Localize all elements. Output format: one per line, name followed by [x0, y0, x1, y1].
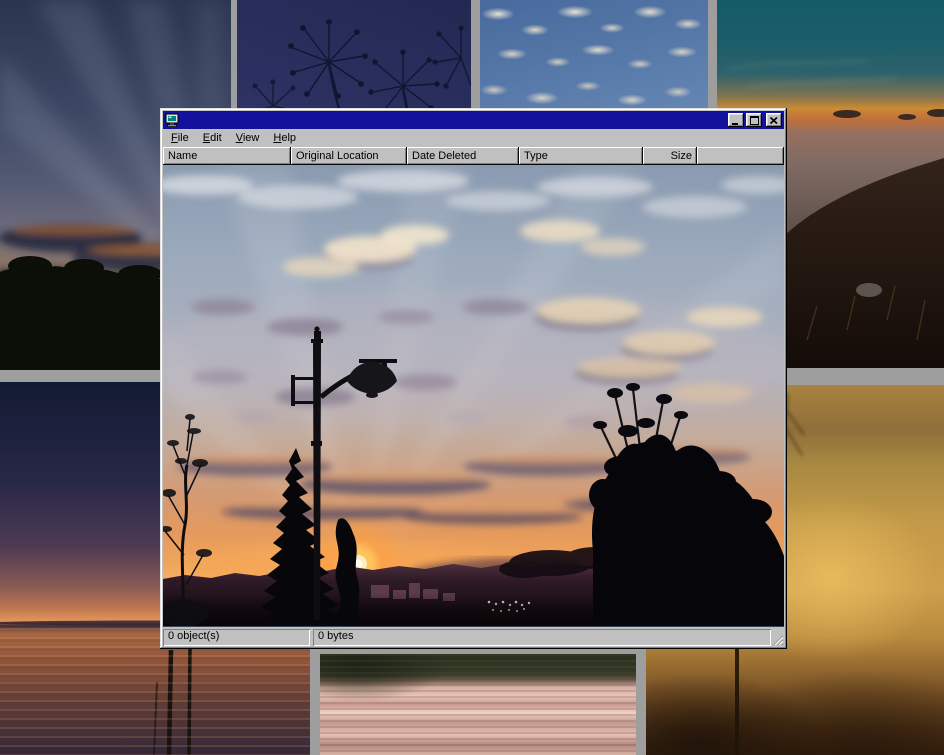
column-headers: Name Original Location Date Deleted Type… — [163, 147, 784, 165]
menu-help[interactable]: Help — [266, 130, 303, 146]
column-header-size[interactable]: Size — [643, 147, 697, 165]
maximize-button[interactable] — [746, 113, 762, 127]
sunset-streetlamp-photo — [163, 165, 784, 626]
close-icon — [770, 117, 778, 124]
resize-grip-icon — [772, 629, 784, 646]
menu-view[interactable]: View — [229, 130, 267, 146]
menubar: File Edit View Help — [163, 129, 784, 147]
statusbar: 0 object(s) 0 bytes — [163, 629, 784, 646]
minimize-icon — [732, 116, 740, 125]
photo-pink-water-reflections — [320, 654, 636, 755]
status-object-count: 0 object(s) — [163, 629, 310, 646]
status-byte-count: 0 bytes — [313, 629, 771, 646]
recycle-bin-window: File Edit View Help Name Original Locati… — [160, 108, 787, 649]
titlebar[interactable] — [163, 111, 784, 129]
resize-grip[interactable] — [772, 629, 784, 646]
computer-icon[interactable] — [165, 113, 180, 127]
column-header-name[interactable]: Name — [163, 147, 291, 165]
maximize-icon — [750, 116, 759, 125]
close-button[interactable] — [766, 113, 782, 127]
column-header-type[interactable]: Type — [519, 147, 643, 165]
column-header-original-location[interactable]: Original Location — [291, 147, 407, 165]
file-list-area[interactable] — [163, 165, 784, 627]
column-header-blank — [697, 147, 784, 165]
menu-edit[interactable]: Edit — [196, 130, 229, 146]
desktop: { "desktop": { "background_gap_color": "… — [0, 0, 944, 755]
minimize-button[interactable] — [728, 113, 744, 127]
column-header-date-deleted[interactable]: Date Deleted — [407, 147, 519, 165]
menu-file[interactable]: File — [164, 130, 196, 146]
